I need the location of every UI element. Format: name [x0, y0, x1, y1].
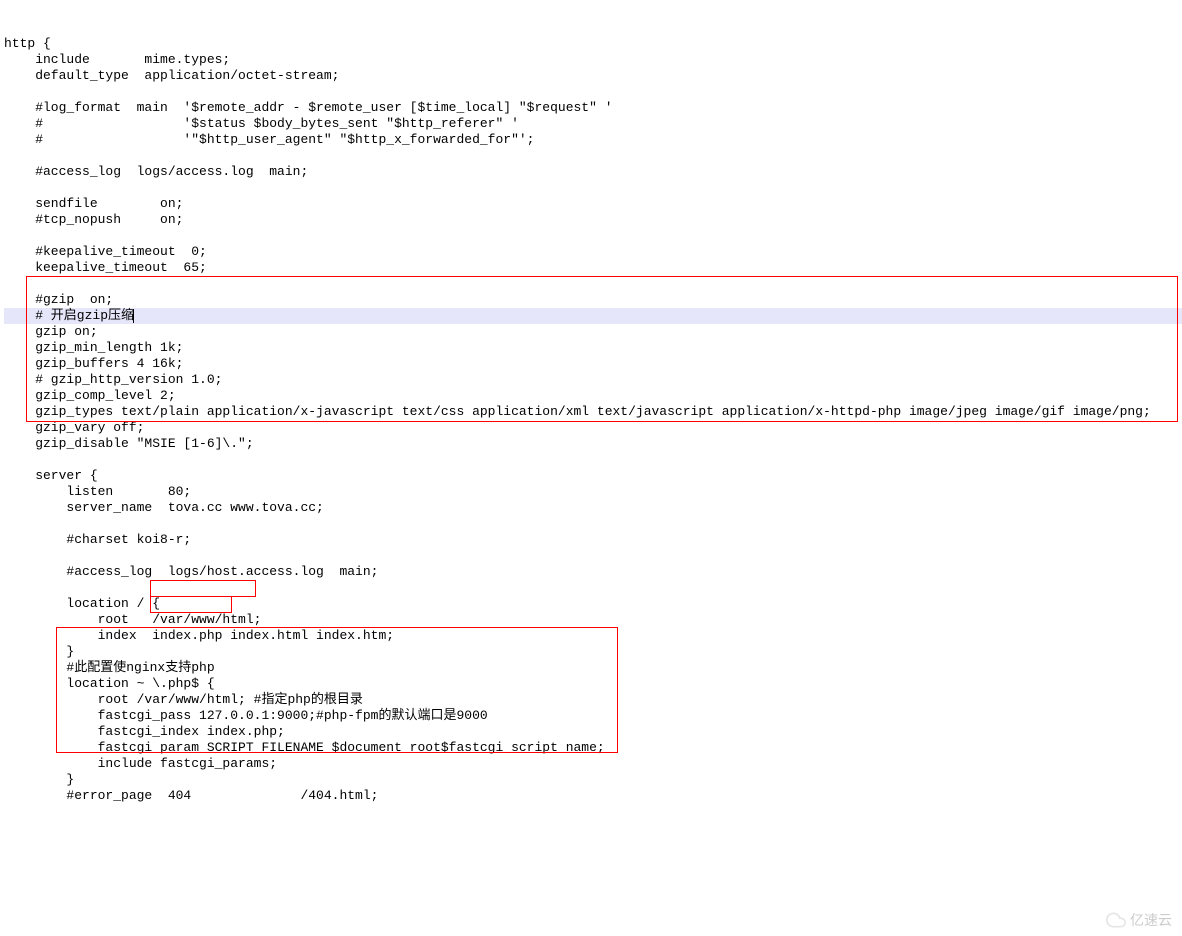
watermark-text: 亿速云 [1130, 912, 1172, 928]
code-line[interactable]: fastcgi_index index.php; [4, 724, 1182, 740]
watermark: 亿速云 [1106, 910, 1172, 930]
code-line[interactable]: # '"$http_user_agent" "$http_x_forwarded… [4, 132, 1182, 148]
code-container[interactable]: http { include mime.types; default_type … [0, 0, 1182, 936]
code-line[interactable]: gzip_min_length 1k; [4, 340, 1182, 356]
code-line[interactable] [4, 516, 1182, 532]
code-line[interactable]: #charset koi8-r; [4, 532, 1182, 548]
code-line[interactable] [4, 228, 1182, 244]
code-line[interactable]: index index.php index.html index.htm; [4, 628, 1182, 644]
code-line[interactable]: default_type application/octet-stream; [4, 68, 1182, 84]
code-line[interactable]: gzip_vary off; [4, 420, 1182, 436]
code-line[interactable]: server_name tova.cc www.tova.cc; [4, 500, 1182, 516]
code-line[interactable]: fastcgi_param SCRIPT_FILENAME $document_… [4, 740, 1182, 756]
code-line[interactable]: location ~ \.php$ { [4, 676, 1182, 692]
code-line[interactable]: gzip_types text/plain application/x-java… [4, 404, 1182, 420]
code-line[interactable]: server { [4, 468, 1182, 484]
code-line[interactable] [4, 180, 1182, 196]
code-line[interactable]: root /var/www/html; #指定php的根目录 [4, 692, 1182, 708]
code-line[interactable] [4, 148, 1182, 164]
code-line[interactable]: http { [4, 36, 1182, 52]
cloud-icon [1106, 910, 1126, 930]
code-line[interactable] [4, 452, 1182, 468]
text-caret [133, 309, 134, 323]
code-line[interactable]: #此配置使nginx支持php [4, 660, 1182, 676]
code-line[interactable]: location / { [4, 596, 1182, 612]
code-line[interactable]: #log_format main '$remote_addr - $remote… [4, 100, 1182, 116]
code-line[interactable] [4, 580, 1182, 596]
code-line[interactable]: gzip_buffers 4 16k; [4, 356, 1182, 372]
code-line[interactable] [4, 84, 1182, 100]
code-line[interactable]: keepalive_timeout 65; [4, 260, 1182, 276]
code-line[interactable]: # '$status $body_bytes_sent "$http_refer… [4, 116, 1182, 132]
code-line[interactable] [4, 276, 1182, 292]
code-line[interactable]: #access_log logs/access.log main; [4, 164, 1182, 180]
code-line[interactable]: # gzip_http_version 1.0; [4, 372, 1182, 388]
code-line[interactable] [4, 548, 1182, 564]
code-line[interactable]: #gzip on; [4, 292, 1182, 308]
code-line[interactable]: #error_page 404 /404.html; [4, 788, 1182, 804]
code-line[interactable]: listen 80; [4, 484, 1182, 500]
code-lines[interactable]: http { include mime.types; default_type … [4, 36, 1182, 804]
code-line[interactable]: #keepalive_timeout 0; [4, 244, 1182, 260]
code-line[interactable]: #access_log logs/host.access.log main; [4, 564, 1182, 580]
code-line[interactable]: include mime.types; [4, 52, 1182, 68]
code-line[interactable]: fastcgi_pass 127.0.0.1:9000;#php-fpm的默认端… [4, 708, 1182, 724]
code-line[interactable]: # 开启gzip压缩 [4, 308, 1182, 324]
code-line[interactable]: sendfile on; [4, 196, 1182, 212]
code-line[interactable]: root /var/www/html; [4, 612, 1182, 628]
code-line[interactable]: gzip_comp_level 2; [4, 388, 1182, 404]
code-line[interactable]: } [4, 644, 1182, 660]
code-line[interactable]: gzip on; [4, 324, 1182, 340]
code-line[interactable]: #tcp_nopush on; [4, 212, 1182, 228]
code-line[interactable]: include fastcgi_params; [4, 756, 1182, 772]
code-line[interactable]: gzip_disable "MSIE [1-6]\."; [4, 436, 1182, 452]
code-line[interactable]: } [4, 772, 1182, 788]
